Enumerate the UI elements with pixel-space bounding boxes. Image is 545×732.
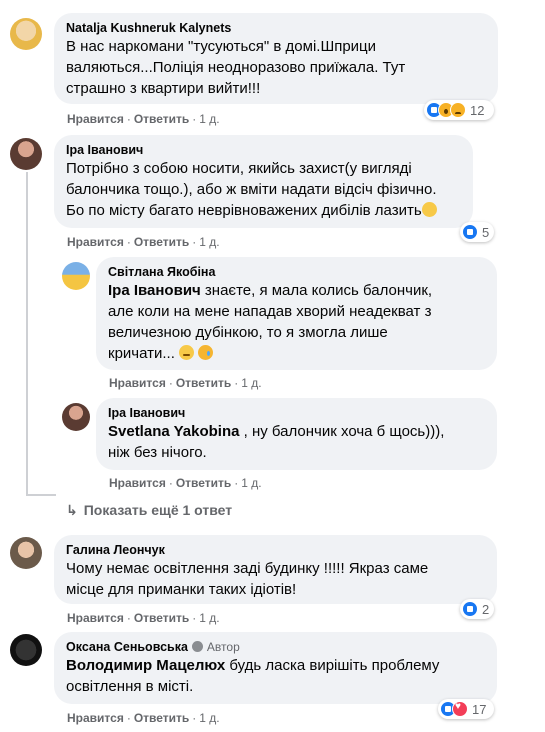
worried-emoji-icon — [179, 345, 195, 360]
comment-bubble: Natalja Kushneruk Kalynets В нас наркома… — [54, 13, 498, 104]
reply-button[interactable]: Ответить — [134, 711, 189, 725]
comment-text: Svetlana Yakobina , ну балончик хоча б щ… — [108, 423, 445, 461]
reaction-count: 17 — [472, 701, 487, 717]
comment-actions: Нравится · Ответить · 1 д. — [109, 376, 262, 390]
thread-line — [26, 494, 56, 496]
comment-actions: Нравится · Ответить · 1 д. — [67, 235, 220, 249]
reaction-count: 2 — [482, 601, 490, 617]
comment-actions: Нравится · Ответить · 1 д. — [67, 711, 220, 725]
like-button[interactable]: Нравится — [109, 376, 166, 390]
comment-bubble: Світлана Якобіна Іра Іванович знаєте, я … — [96, 257, 497, 370]
comment-bubble: Галина Леончук Чому немає освітлення зад… — [54, 535, 497, 604]
comment-text: Володимир Мацелюх будь ласка вирішіть пр… — [66, 657, 440, 695]
avatar[interactable] — [10, 634, 42, 666]
comment-text: Чому немає освітлення заді будинку !!!!!… — [66, 560, 429, 598]
comment-text: В нас наркомани "тусуються" в домі.Шприц… — [66, 38, 406, 97]
reply-button[interactable]: Ответить — [176, 476, 231, 490]
comment-time[interactable]: 1 д. — [199, 235, 219, 249]
comment-time[interactable]: 1 д. — [199, 112, 219, 126]
like-reaction-icon — [462, 224, 478, 240]
comment-time[interactable]: 1 д. — [199, 611, 219, 625]
comment-author[interactable]: Галина Леончук — [66, 542, 485, 558]
comment-author[interactable]: Іра Іванович — [108, 405, 485, 421]
like-button[interactable]: Нравится — [67, 235, 124, 249]
comment-time[interactable]: 1 д. — [241, 376, 261, 390]
comment-text: Потрібно з собою носити, якийсь захист(у… — [66, 160, 437, 219]
avatar[interactable] — [10, 18, 42, 50]
like-button[interactable]: Нравится — [109, 476, 166, 490]
reply-button[interactable]: Ответить — [134, 235, 189, 249]
comment-author[interactable]: Світлана Якобіна — [108, 264, 485, 280]
comment-actions: Нравится · Ответить · 1 д. — [67, 112, 220, 126]
comment-bubble: Іра Іванович Svetlana Yakobina , ну бало… — [96, 398, 497, 470]
comment-author[interactable]: Natalja Kushneruk Kalynets — [66, 20, 486, 36]
comment-time[interactable]: 1 д. — [199, 711, 219, 725]
reply-button[interactable]: Ответить — [134, 611, 189, 625]
reaction-count: 12 — [470, 102, 485, 118]
avatar[interactable] — [10, 138, 42, 170]
reaction-summary[interactable]: 2 — [460, 599, 494, 619]
reaction-count: 5 — [482, 224, 490, 240]
sad-reaction-icon — [450, 102, 466, 118]
comment-bubble: Іра Іванович Потрібно з собою носити, як… — [54, 135, 473, 228]
mention-link[interactable]: Іра Іванович — [108, 282, 201, 299]
like-button[interactable]: Нравится — [67, 112, 124, 126]
reaction-summary[interactable]: 5 — [460, 222, 494, 242]
reaction-summary[interactable]: 12 — [424, 100, 494, 120]
comment-actions: Нравится · Ответить · 1 д. — [109, 476, 262, 490]
comment-actions: Нравится · Ответить · 1 д. — [67, 611, 220, 625]
like-button[interactable]: Нравится — [67, 611, 124, 625]
mention-link[interactable]: Володимир Мацелюх — [66, 657, 225, 674]
reply-button[interactable]: Ответить — [134, 112, 189, 126]
love-reaction-icon — [452, 701, 468, 717]
comment-time[interactable]: 1 д. — [241, 476, 261, 490]
like-reaction-icon — [462, 601, 478, 617]
author-badge: Автор — [206, 640, 240, 654]
mention-link[interactable]: Svetlana Yakobina — [108, 423, 239, 440]
reply-arrow-icon: ↳ — [66, 502, 78, 518]
comment-author: Оксана Сеньовська Автор — [66, 639, 485, 655]
like-button[interactable]: Нравится — [67, 711, 124, 725]
verified-shield-icon — [191, 641, 203, 652]
reply-button[interactable]: Ответить — [176, 376, 231, 390]
smirk-emoji-icon — [421, 202, 437, 217]
comment-bubble: Оксана Сеньовська Автор Володимир Мацелюх… — [54, 632, 497, 704]
show-more-replies-button[interactable]: ↳ Показать ещё 1 ответ — [66, 502, 232, 519]
author-name[interactable]: Оксана Сеньовська — [66, 640, 188, 654]
avatar[interactable] — [10, 537, 42, 569]
crying-emoji-icon — [198, 345, 214, 360]
reaction-summary[interactable]: 17 — [438, 699, 494, 719]
comment-author[interactable]: Іра Іванович — [66, 142, 461, 158]
comment-text: Іра Іванович знаєте, я мала колись балон… — [108, 282, 433, 362]
avatar[interactable] — [62, 403, 90, 431]
avatar[interactable] — [62, 262, 90, 290]
thread-line — [26, 172, 28, 494]
